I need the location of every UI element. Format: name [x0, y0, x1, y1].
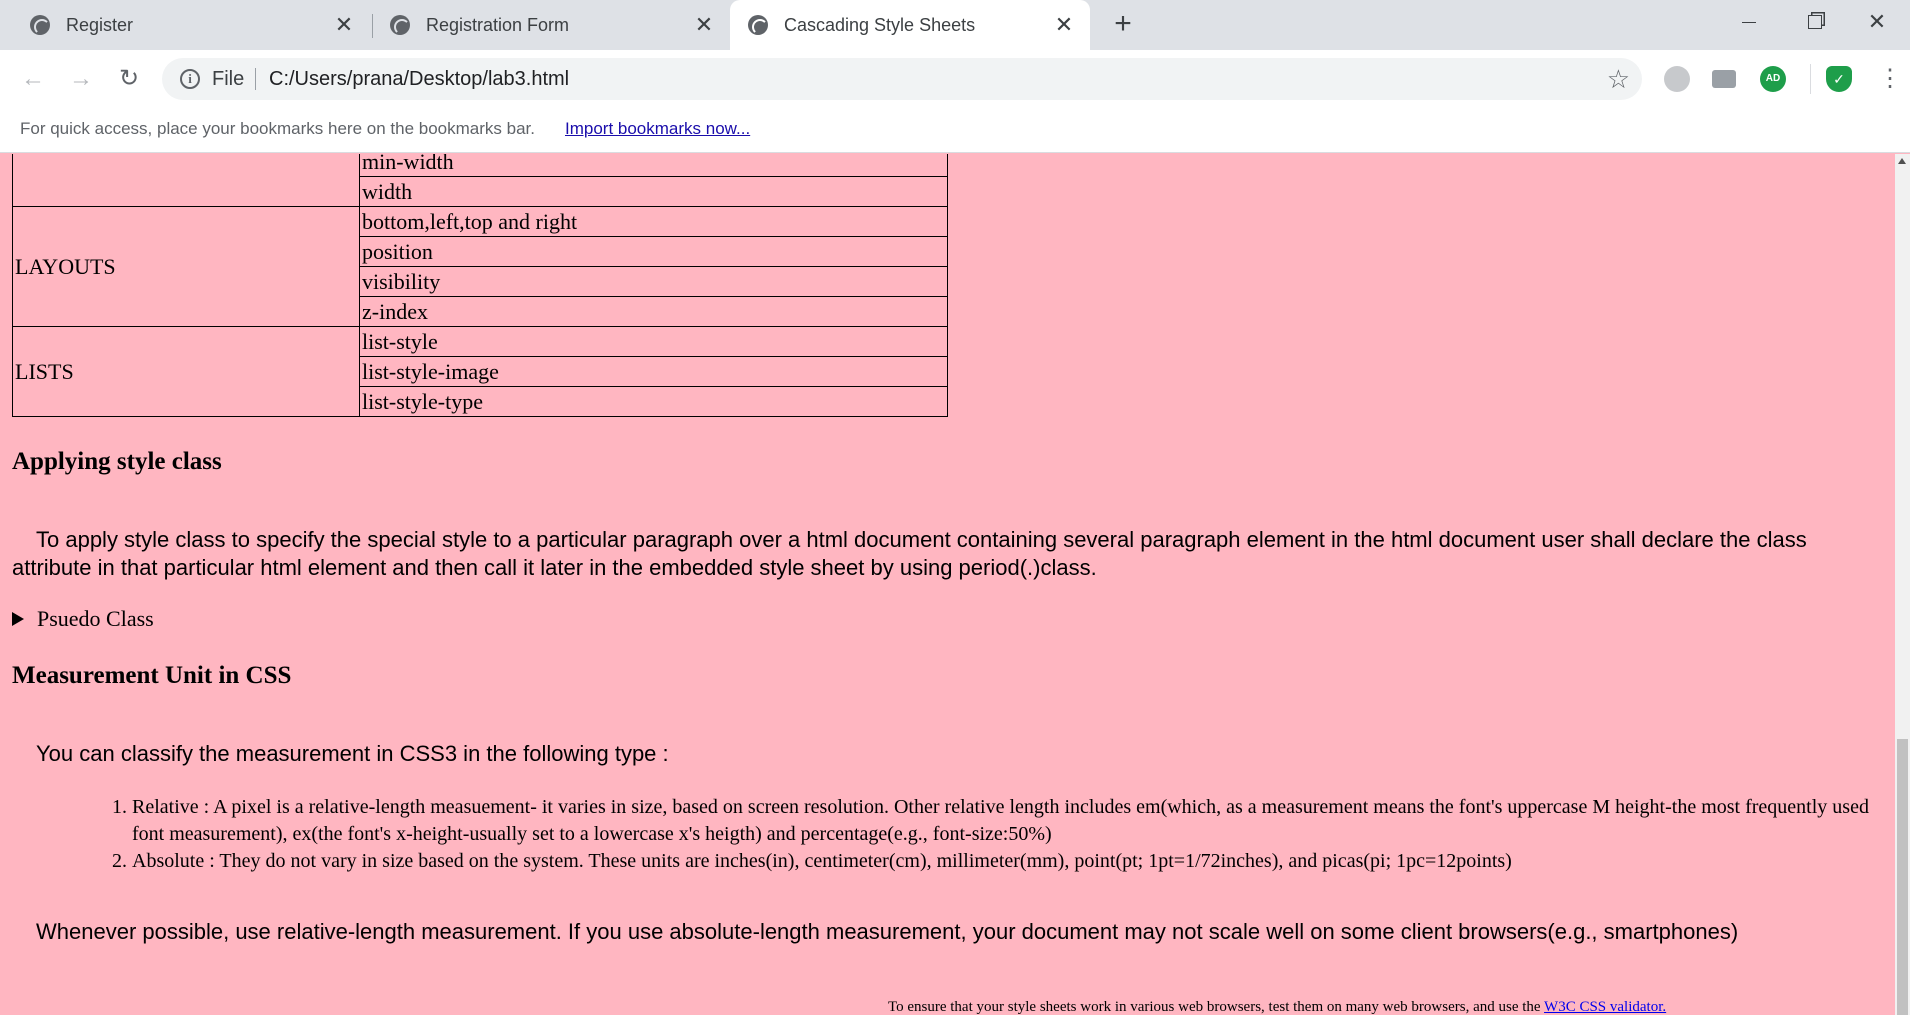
tab-separator — [372, 14, 373, 38]
measurement-intro: You can classify the measurement in CSS3… — [36, 741, 669, 766]
globe-icon — [30, 15, 50, 35]
tab-register[interactable]: Register ✕ — [0, 0, 370, 50]
close-icon[interactable]: ✕ — [692, 13, 716, 37]
table-row: LISTS list-style — [12, 326, 948, 417]
url-text[interactable]: C:/Users/prana/Desktop/lab3.html — [269, 68, 569, 91]
applying-style-class-heading: Applying style class — [12, 448, 222, 475]
scroll-up-arrow-icon[interactable] — [1898, 158, 1906, 164]
property-cell: z-index — [359, 296, 948, 327]
property-cell: list-style — [359, 326, 948, 357]
import-bookmarks-link[interactable]: Import bookmarks now... — [565, 119, 750, 139]
pseudo-class-disclosure[interactable]: Psuedo Class — [12, 606, 154, 632]
measurement-unit-heading: Measurement Unit in CSS — [12, 662, 292, 689]
list-item: Relative : A pixel is a relative-length … — [132, 794, 1882, 848]
tab-title: Registration Form — [426, 14, 570, 35]
info-icon[interactable]: i — [180, 69, 200, 89]
extension-cloud-icon[interactable] — [1664, 66, 1690, 92]
property-cell: min-width — [359, 154, 948, 177]
extension-camera-icon[interactable] — [1712, 70, 1736, 88]
browser-toolbar: ← → ↻ i File C:/Users/prana/Desktop/lab3… — [0, 50, 1910, 106]
close-icon[interactable]: ✕ — [1052, 13, 1076, 37]
address-bar[interactable]: i File C:/Users/prana/Desktop/lab3.html … — [162, 58, 1642, 100]
property-cell: bottom,left,top and right — [359, 206, 948, 237]
measurement-advice: Whenever possible, use relative-length m… — [36, 919, 1739, 944]
property-cell: list-style-type — [359, 386, 948, 417]
new-tab-button[interactable]: + — [1108, 9, 1138, 40]
tab-cascading-style-sheets[interactable]: Cascading Style Sheets ✕ — [730, 0, 1090, 50]
footer-text: To ensure that your style sheets work in… — [888, 999, 1545, 1015]
reload-button[interactable]: ↻ — [114, 64, 144, 94]
css-properties-table: min-width width LAYOUTS bottom,left,top … — [12, 154, 948, 417]
category-cell: LAYOUTS — [12, 206, 360, 327]
scrollbar-thumb[interactable] — [1897, 739, 1908, 1015]
property-cell: visibility — [359, 266, 948, 297]
applying-style-class-paragraph: To apply style class to specify the spec… — [12, 527, 1807, 580]
property-cell: list-style-image — [359, 356, 948, 387]
minimize-button[interactable] — [1716, 0, 1782, 44]
table-row: LAYOUTS bottom,left,top and right — [12, 206, 948, 327]
validator-footer: To ensure that your style sheets work in… — [888, 999, 1666, 1015]
property-cell: position — [359, 236, 948, 267]
globe-icon — [390, 15, 410, 35]
disclosure-triangle-icon — [12, 612, 24, 626]
menu-kebab-icon[interactable]: ⋮ — [1878, 62, 1902, 96]
globe-icon — [748, 15, 768, 35]
property-cell: width — [359, 176, 948, 207]
close-window-button[interactable]: ✕ — [1844, 0, 1910, 44]
table-row: min-width — [12, 154, 948, 207]
bookmarks-message: For quick access, place your bookmarks h… — [20, 119, 535, 138]
page-content: min-width width LAYOUTS bottom,left,top … — [0, 154, 1895, 1015]
page-scrollbar[interactable] — [1895, 154, 1910, 1015]
category-cell — [12, 154, 360, 207]
measurement-unit-list: Relative : A pixel is a relative-length … — [132, 794, 1882, 875]
bookmark-star-icon[interactable]: ☆ — [1607, 64, 1630, 94]
extension-shield-icon[interactable]: ✓ — [1826, 66, 1852, 92]
maximize-button[interactable] — [1782, 0, 1848, 44]
w3c-validator-link[interactable]: W3C CSS validator. — [1544, 999, 1666, 1015]
forward-button[interactable]: → — [66, 64, 96, 94]
pseudo-class-summary: Psuedo Class — [37, 606, 154, 631]
address-divider — [255, 68, 256, 90]
category-cell: LISTS — [12, 326, 360, 417]
tab-strip: Register ✕ Registration Form ✕ Cascading… — [0, 0, 1910, 50]
tab-title: Cascading Style Sheets — [784, 14, 976, 35]
tab-title: Register — [66, 14, 134, 35]
close-icon[interactable]: ✕ — [332, 13, 356, 37]
back-button[interactable]: ← — [18, 64, 48, 94]
extension-adguard-icon[interactable]: AD — [1760, 66, 1786, 92]
toolbar-divider — [1810, 64, 1811, 94]
tab-registration-form[interactable]: Registration Form ✕ — [374, 0, 730, 50]
bookmarks-bar: For quick access, place your bookmarks h… — [0, 106, 1910, 153]
scheme-label: File — [212, 68, 245, 90]
list-item: Absolute : They do not vary in size base… — [132, 848, 1882, 875]
